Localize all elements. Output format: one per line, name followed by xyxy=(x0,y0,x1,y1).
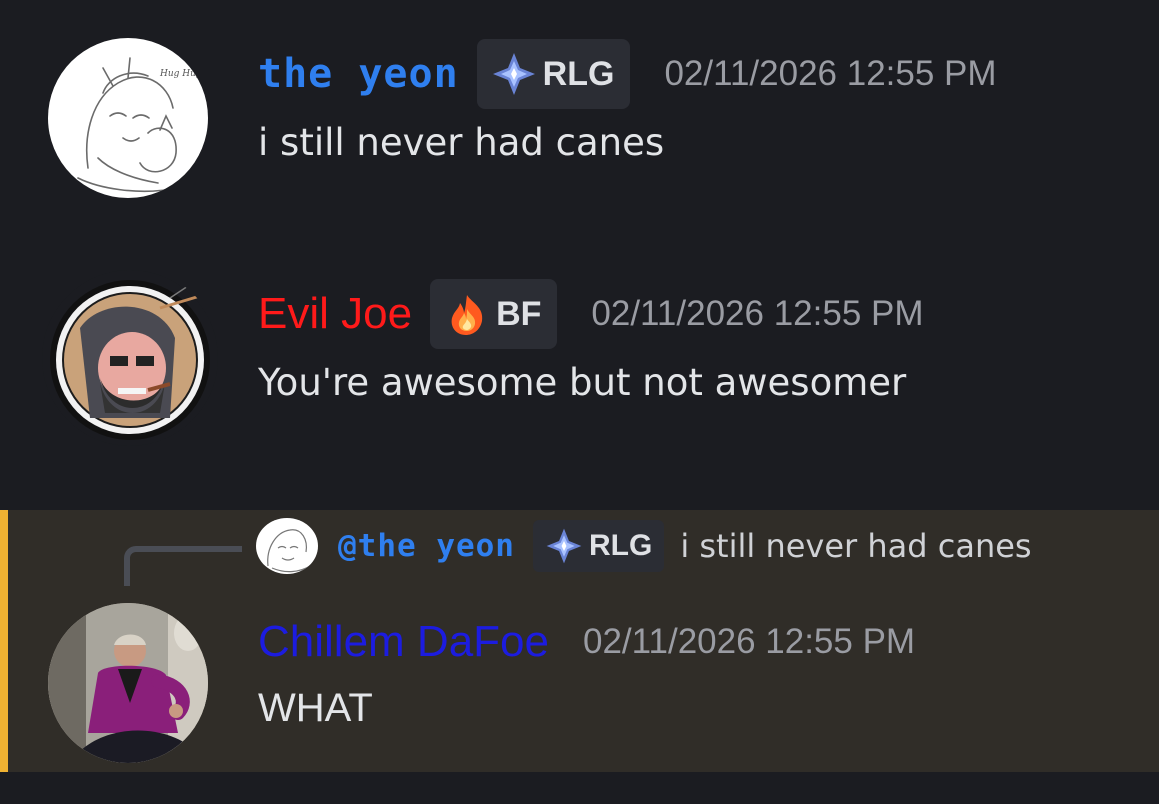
diamond-star-icon xyxy=(492,53,535,95)
reply-avatar[interactable] xyxy=(256,518,318,574)
user-avatar[interactable] xyxy=(48,603,208,763)
bearded-character-avatar-art xyxy=(42,270,218,446)
sketch-avatar-mini-art xyxy=(267,529,311,573)
user-avatar[interactable]: Hug Hug!! xyxy=(48,38,208,198)
reply-mention[interactable]: @the yeon xyxy=(338,528,515,564)
reply-preview[interactable]: @the yeon RLG i still never had canes xyxy=(256,518,1032,574)
mention-highlight-bar xyxy=(0,510,8,772)
reply-content[interactable]: i still never had canes xyxy=(680,527,1031,565)
guild-tag[interactable]: BF xyxy=(430,279,558,349)
timestamp[interactable]: 02/11/2026 12:55 PM xyxy=(664,54,996,94)
guild-tag-label: BF xyxy=(496,294,542,333)
message-content: i still never had canes xyxy=(258,121,665,164)
message-content: You're awesome but not awesomer xyxy=(258,361,907,404)
sketch-avatar-art: Hug Hug!! xyxy=(77,57,208,193)
message-header: Chillem DaFoe 02/11/2026 12:55 PM xyxy=(258,606,915,678)
timestamp[interactable]: 02/11/2026 12:55 PM xyxy=(583,622,915,662)
guild-tag[interactable]: RLG xyxy=(476,39,631,109)
username[interactable]: the yeon xyxy=(258,54,459,94)
avatar-scribble-text: Hug Hug!! xyxy=(159,69,208,79)
user-avatar[interactable] xyxy=(40,268,220,448)
timestamp[interactable]: 02/11/2026 12:55 PM xyxy=(591,294,923,334)
message-header: Evil Joe BF 02/11/2026 12:55 PM xyxy=(258,278,924,350)
reply-spine xyxy=(124,546,242,586)
username[interactable]: Chillem DaFoe xyxy=(258,620,549,664)
man-in-purple-suit-avatar-art xyxy=(48,603,208,763)
message-content: WHAT xyxy=(258,686,373,730)
username[interactable]: Evil Joe xyxy=(258,292,412,336)
reply-guild-tag-label: RLG xyxy=(588,529,653,562)
message-header: the yeon RLG 02/11/2026 12:55 PM xyxy=(258,38,997,110)
diamond-star-icon xyxy=(546,528,582,564)
guild-tag-label: RLG xyxy=(542,54,615,93)
flame-icon xyxy=(451,295,483,335)
reply-guild-tag[interactable]: RLG xyxy=(532,520,665,572)
